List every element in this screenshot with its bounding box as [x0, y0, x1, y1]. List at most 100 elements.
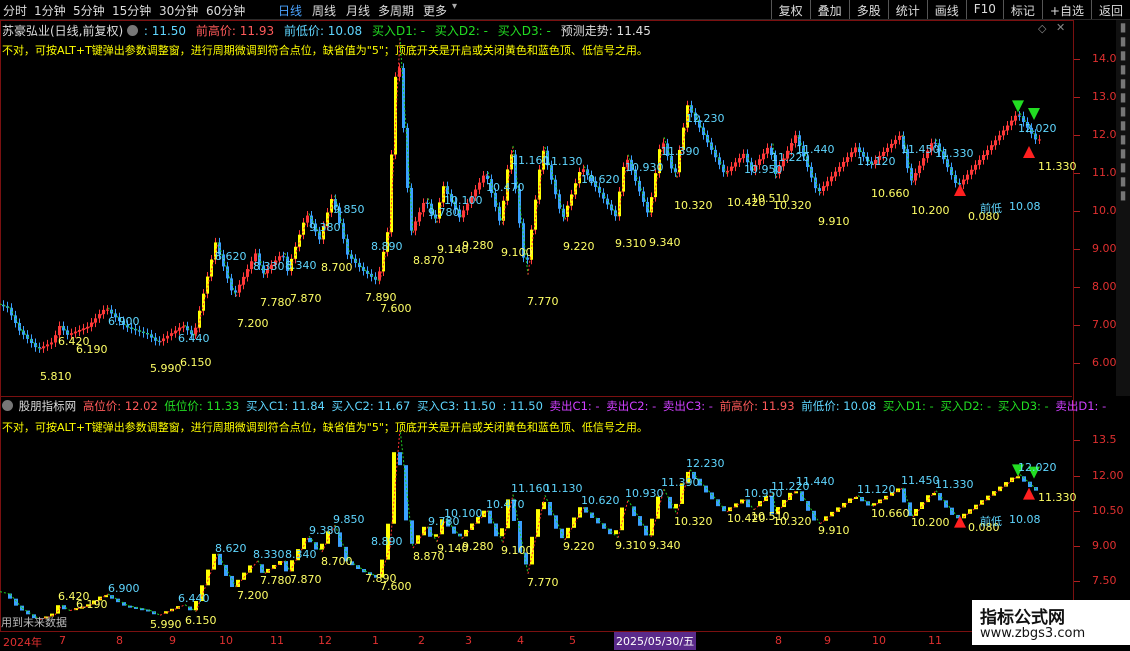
signal-block [224, 564, 228, 576]
f10-button[interactable]: F10 [965, 0, 1003, 19]
candle-body [486, 175, 489, 180]
price-label: 10.200 [911, 516, 950, 529]
add-watchlist-button[interactable]: +自选 [1041, 0, 1091, 19]
price-label: 6.440 [178, 332, 210, 345]
price-label: 12.020 [1018, 122, 1057, 135]
price-label: 10.950 [744, 163, 783, 176]
period-tab-monthly[interactable]: 月线 [346, 2, 370, 19]
price-label: 10.470 [486, 498, 525, 511]
adjust-button[interactable]: 复权 [770, 0, 810, 19]
x-label: 10 [872, 634, 886, 647]
price-label: 9.100 [501, 544, 533, 557]
candle-body [106, 309, 109, 311]
signal-block [848, 498, 852, 503]
y-label: 7.50 [1092, 574, 1117, 587]
price-label: 7.870 [290, 292, 322, 305]
candle-body [226, 266, 229, 279]
price-label: 10.320 [773, 515, 812, 528]
multi-stock-button[interactable]: 多股 [848, 0, 888, 19]
period-tab-1min[interactable]: 1分钟 [34, 2, 66, 19]
mark-button[interactable]: 标记 [1002, 0, 1042, 19]
price-label: 7.780 [260, 574, 292, 587]
period-tab-more[interactable]: 更多 [423, 2, 447, 19]
side-tab-label: ▮▮▮▮▮▮▮▮▮▮▮▮▮ [1116, 20, 1130, 202]
signal-block [620, 507, 624, 531]
signal-block [920, 502, 924, 509]
candle-body [1038, 139, 1041, 141]
x-label: 12 [318, 634, 332, 647]
signal-block [1010, 477, 1014, 483]
price-label: 10.200 [911, 204, 950, 217]
period-tab-daily[interactable]: 日线 [278, 2, 302, 19]
signal-block [398, 452, 402, 466]
period-tab-15min[interactable]: 15分钟 [112, 2, 151, 19]
side-panel-tabs[interactable]: ▮▮▮▮▮▮▮▮▮▮▮▮▮ [1116, 20, 1130, 396]
x-label: 8 [116, 634, 123, 647]
price-label: 9.280 [462, 239, 494, 252]
price-label: 12.230 [686, 457, 725, 470]
x-label: 2 [418, 634, 425, 647]
price-label: 8.890 [371, 240, 403, 253]
price-label: 9.910 [818, 215, 850, 228]
zigzag-segment [149, 609, 161, 616]
price-label: 8.330 [253, 260, 285, 273]
price-label: 8.620 [215, 542, 247, 555]
signal-block [242, 572, 246, 580]
signal-block [968, 509, 972, 514]
x-label: 4 [517, 634, 524, 647]
y-tick [1074, 135, 1080, 136]
period-tab-30min[interactable]: 30分钟 [159, 2, 198, 19]
period-tab-multi[interactable]: 多周期 [378, 2, 414, 19]
signal-block [1028, 481, 1032, 488]
price-label: 10.660 [871, 187, 910, 200]
price-label: 11.120 [857, 483, 896, 496]
back-button[interactable]: 返回 [1090, 0, 1130, 19]
price-label: 前低 [980, 515, 1002, 528]
side-tab-sub[interactable] [1116, 397, 1130, 457]
price-label: 11.330 [935, 478, 974, 491]
price-label: 9.850 [333, 513, 365, 526]
price-label: 8.340 [285, 259, 317, 272]
x-label: 11 [270, 634, 284, 647]
period-tab-5min[interactable]: 5分钟 [73, 2, 105, 19]
x-label: 1 [372, 634, 379, 647]
chevron-down-icon[interactable]: ▾ [452, 1, 457, 12]
candle-body [814, 177, 817, 189]
overlay-button[interactable]: 叠加 [809, 0, 849, 19]
x-label: 7 [59, 634, 66, 647]
period-tab-weekly[interactable]: 周线 [312, 2, 336, 19]
price-label: 6.190 [76, 598, 108, 611]
signal-block [416, 535, 420, 544]
signal-block [902, 488, 906, 503]
price-label: 6.900 [108, 582, 140, 595]
signal-block [284, 561, 288, 572]
candle-body [606, 198, 609, 205]
zigzag-segment [0, 303, 11, 309]
candle-body [298, 234, 301, 247]
signal-block [710, 492, 714, 500]
zigzag-segment [235, 560, 259, 588]
signal-block [56, 605, 60, 614]
period-tab-intraday[interactable]: 分时 [3, 2, 27, 19]
signal-block [914, 508, 918, 516]
draw-button[interactable]: 画线 [926, 0, 966, 19]
y-label: 9.00 [1092, 539, 1117, 552]
x-label: 5 [569, 634, 576, 647]
signal-block [500, 528, 504, 537]
signal-block [950, 507, 954, 515]
price-label: 8.330 [253, 548, 285, 561]
signal-block [110, 595, 114, 599]
period-tab-60min[interactable]: 60分钟 [206, 2, 245, 19]
candle-body [378, 271, 381, 280]
price-label: 12.230 [686, 112, 725, 125]
stats-button[interactable]: 统计 [887, 0, 927, 19]
price-label: 10.620 [581, 494, 620, 507]
y-label: 10.50 [1092, 504, 1124, 517]
zigzag-segment [627, 499, 652, 538]
price-label: 7.600 [380, 302, 412, 315]
x-label: 10 [219, 634, 233, 647]
price-label: 8.700 [321, 261, 353, 274]
price-label: 10.08 [1009, 513, 1041, 526]
price-label: 10.320 [773, 199, 812, 212]
price-label: 11.130 [544, 482, 583, 495]
